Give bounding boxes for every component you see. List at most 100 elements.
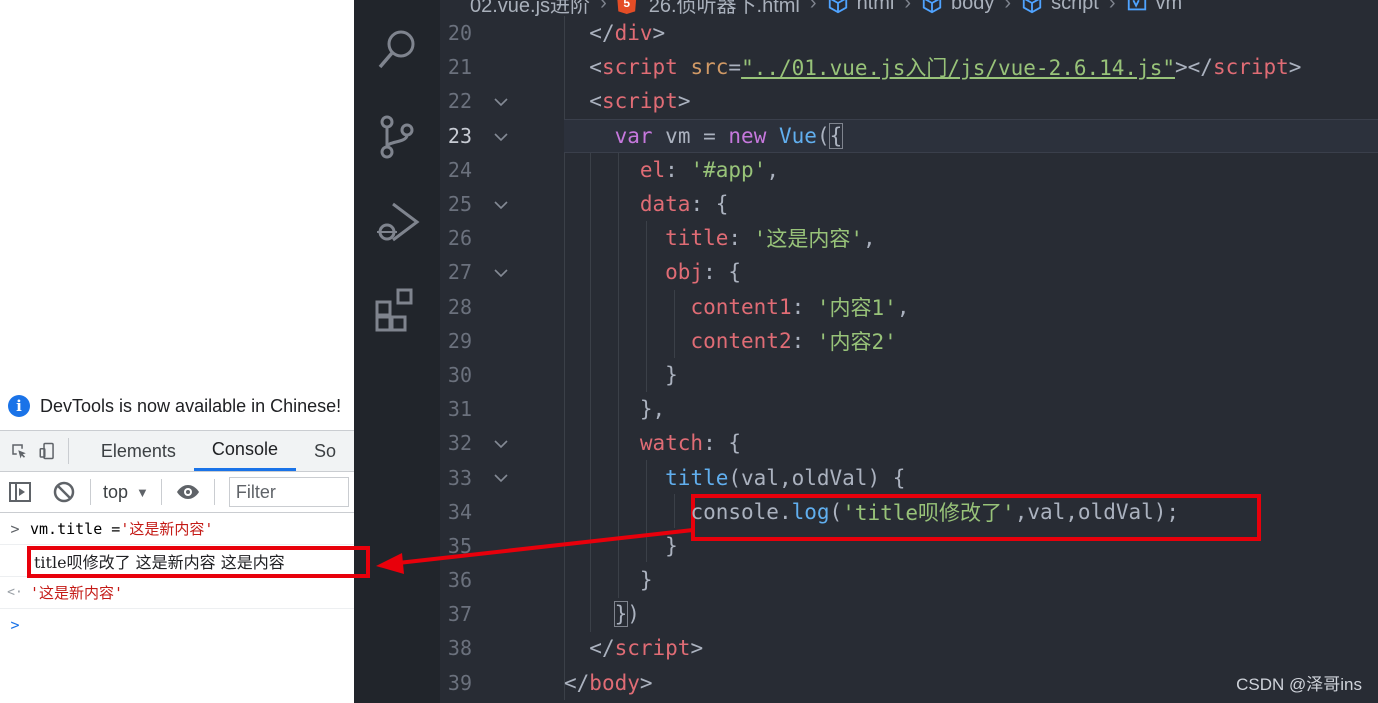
fold-chevron-icon[interactable] [492, 93, 510, 111]
cube-icon [922, 0, 942, 14]
line-number: 36 [447, 568, 472, 593]
toolbar-divider [213, 479, 215, 505]
eye-icon[interactable] [176, 480, 200, 504]
breadcrumb-html[interactable]: html [827, 0, 895, 15]
console-log-message: title呗修改了 这是新内容 这是内容 [34, 552, 285, 572]
info-icon: i [8, 395, 30, 417]
extensions-icon[interactable] [373, 286, 421, 334]
fold-chevron-icon[interactable] [492, 196, 510, 214]
console-command: vm.title = [30, 519, 121, 538]
console-filter-input[interactable]: Filter [228, 477, 349, 507]
breadcrumb-label: script [1051, 0, 1099, 14]
breadcrumb-label: 26.侦听器下.html [648, 0, 800, 16]
line-number: 35 [447, 533, 472, 558]
cube-icon [1022, 0, 1042, 14]
code-line-33: title (val,oldVal) { [665, 465, 906, 490]
breadcrumb-label: vm [1155, 0, 1183, 14]
code-line-36: } [639, 568, 653, 593]
line-number: 25 [440, 187, 530, 221]
line-number: 38 [447, 636, 472, 661]
variable-icon [1127, 0, 1146, 11]
line-number: 37 [447, 602, 472, 627]
console-toolbar: top ▼ Filter [0, 472, 354, 513]
line-number: 26 [447, 226, 472, 251]
prompt-chevron-icon: > [10, 615, 20, 634]
line-number: 29 [447, 328, 472, 353]
code-editor-window: 02.vue.js进阶 › 5 26.侦听器下.html › html › bod… [354, 0, 1378, 703]
line-number: 23 [440, 119, 530, 153]
source-control-icon[interactable] [373, 112, 421, 160]
filter-placeholder: Filter [235, 481, 276, 502]
code-area[interactable]: </div > < script src = "../01.vue.js入门/js/vu… [564, 16, 1378, 700]
line-number: 39 [447, 670, 472, 695]
code-line-25: data: { [639, 192, 729, 217]
csdn-watermark: CSDN @泽哥ins [1236, 675, 1362, 694]
console-log-line: title呗修改了 这是新内容 这是内容 [0, 545, 354, 577]
cube-icon [828, 0, 847, 14]
input-prompt-icon: > [10, 519, 20, 538]
code-line-38: </script > [589, 636, 704, 661]
toolbar-divider [90, 479, 91, 505]
fold-chevron-icon[interactable] [492, 435, 510, 453]
code-line-24: el: '#app', [639, 157, 779, 182]
breadcrumb: 02.vue.js进阶 › 5 26.侦听器下.html › html › bod… [440, 0, 1378, 16]
breadcrumb-script[interactable]: script [1021, 0, 1099, 15]
line-number: 34 [447, 499, 472, 524]
console-input-line: > vm.title = '这是新内容' [0, 513, 354, 545]
search-icon[interactable] [373, 24, 421, 72]
line-number: 22 [440, 84, 530, 118]
console-result-line: <· '这是新内容' [0, 577, 354, 609]
context-selector[interactable]: top ▼ [103, 482, 149, 503]
fold-chevron-icon[interactable] [492, 469, 510, 487]
line-number: 21 [447, 55, 472, 80]
code-line-29: content2: '内容2' [690, 328, 897, 354]
console-prompt-line[interactable]: > [0, 609, 354, 640]
code-line-26: title: '这是内容', [665, 226, 876, 252]
tab-elements[interactable]: Elements [83, 431, 194, 471]
line-number-gutter: 20 21 22 23 24 25 26 27 28 29 30 31 32 3… [440, 16, 530, 700]
device-toolbar-icon[interactable] [38, 439, 56, 463]
code-line-20: </div > [589, 21, 666, 46]
line-number: 24 [447, 157, 472, 182]
code-line-35: } [665, 533, 678, 558]
code-line-23-current: var vm = new Vue({ [564, 118, 1378, 153]
breadcrumb-file[interactable]: 5 26.侦听器下.html [616, 0, 800, 16]
toolbar-divider [68, 438, 69, 464]
console-output: > vm.title = '这是新内容' title呗修改了 这是新内容 这是内… [0, 513, 354, 640]
code-line-28: content1: '内容1', [690, 294, 910, 320]
line-number: 28 [447, 294, 472, 319]
devtools-tab-bar: Elements Console So [0, 430, 354, 472]
code-line-31: }, [639, 397, 666, 422]
console-result-value: '这是新内容' [30, 584, 124, 602]
tab-sources[interactable]: So [296, 431, 354, 471]
breadcrumb-folder[interactable]: 02.vue.js进阶 [470, 0, 590, 16]
devtools-panel: i DevTools is now available in Chinese! … [0, 0, 354, 703]
run-debug-icon[interactable] [373, 198, 421, 246]
chevron-right-icon: › [904, 0, 912, 14]
line-number: 27 [440, 255, 530, 289]
breadcrumb-vm[interactable]: vm [1126, 0, 1183, 15]
line-number: 32 [440, 426, 530, 460]
code-line-37: }) [613, 601, 640, 628]
show-sidebar-icon[interactable] [8, 480, 32, 504]
code-line-34: console. log('title呗修改了' ,val,oldVal); [690, 499, 1180, 525]
breadcrumb-label: html [856, 0, 895, 14]
console-command-string: '这是新内容' [120, 520, 214, 538]
result-arrow-icon: <· [7, 585, 23, 600]
html5-icon: 5 [616, 0, 637, 14]
toolbar-divider [160, 479, 162, 505]
dropdown-caret-icon: ▼ [136, 484, 149, 500]
chevron-right-icon: › [809, 0, 817, 14]
activity-bar [354, 0, 440, 703]
fold-chevron-icon[interactable] [492, 264, 510, 282]
chevron-right-icon: › [1004, 0, 1012, 14]
code-line-22: < script > [589, 89, 691, 114]
fold-chevron-icon[interactable] [492, 128, 510, 146]
code-line-30: } [665, 362, 678, 387]
code-line-27: obj: { [665, 260, 742, 285]
clear-console-icon[interactable] [52, 480, 76, 504]
line-number: 31 [447, 397, 472, 422]
inspect-element-icon[interactable] [10, 439, 28, 463]
breadcrumb-body[interactable]: body [921, 0, 994, 15]
tab-console[interactable]: Console [193, 431, 296, 471]
